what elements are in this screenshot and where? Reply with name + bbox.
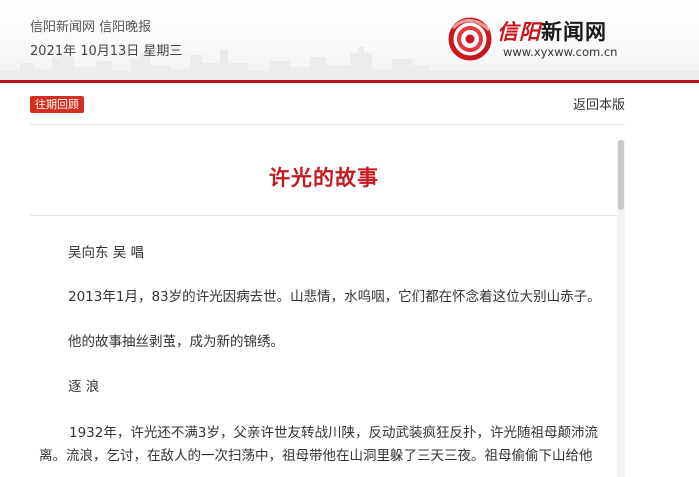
- article-byline: 吴向东 吴 唱: [68, 245, 145, 261]
- site-logo[interactable]: 信阳新闻网 www.xyxww.com.cn: [447, 14, 637, 66]
- logo-brand-red: 信阳: [497, 20, 541, 44]
- archive-button[interactable]: 往期回顾: [30, 96, 84, 113]
- article-paragraph: 2013年1月，83岁的许光因病去世。山悲情，水呜咽，它们都在怀念着这位大别山赤…: [68, 289, 601, 305]
- logo-swirl-icon: [448, 17, 492, 61]
- header-divider: [0, 80, 699, 83]
- article-section-heading: 逐 浪: [68, 379, 100, 395]
- logo-wordmark: 信阳新闻网: [497, 16, 607, 46]
- back-to-page-link[interactable]: 返回本版: [573, 94, 625, 113]
- article-paragraph: 1932年，许光还不满3岁，父亲许世友转战川陕，反动武装疯狂反扑，许光随祖母颠沛…: [39, 425, 598, 464]
- logo-brand-black: 新闻网: [541, 20, 607, 44]
- issue-date: 2021年 10月13日 星期三: [30, 44, 183, 59]
- scrollbar-thumb[interactable]: [618, 140, 624, 210]
- logo-url: www.xyxww.com.cn: [503, 45, 618, 59]
- article-toolbar: 往期回顾 返回本版: [30, 94, 625, 125]
- article-header: 许光的故事: [30, 140, 618, 216]
- article-body: 吴向东 吴 唱 2013年1月，83岁的许光因病去世。山悲情，水呜咽，它们都在怀…: [30, 215, 610, 477]
- article-title: 许光的故事: [269, 166, 379, 190]
- site-names: 信阳新闻网 信阳晚报: [30, 20, 152, 35]
- site-header: 信阳新闻网 信阳晚报 2021年 10月13日 星期三 信阳新闻网 www.xy…: [0, 0, 699, 83]
- article-paragraph: 他的故事抽丝剥茧，成为新的锦绣。: [68, 334, 284, 350]
